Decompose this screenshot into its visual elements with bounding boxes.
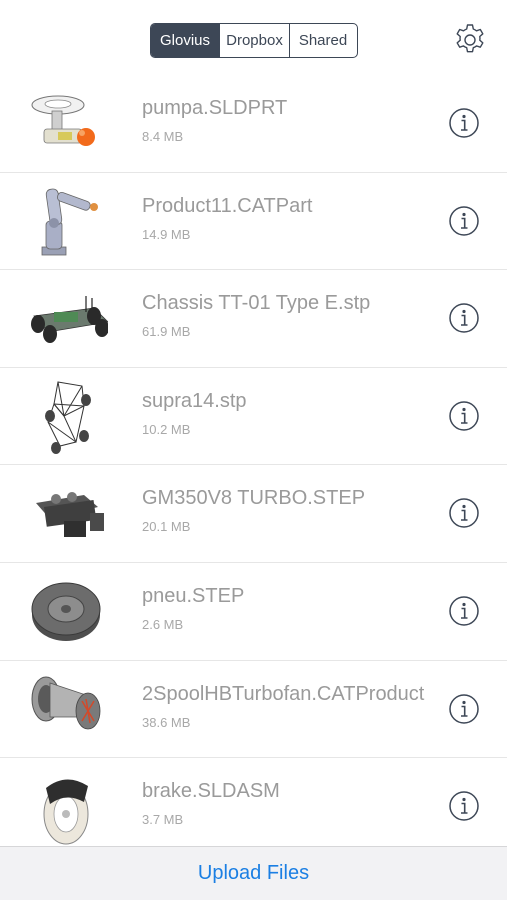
info-circle-icon[interactable] xyxy=(448,497,480,529)
rc-chassis-thumbnail xyxy=(31,296,108,344)
info-circle-icon[interactable] xyxy=(448,107,480,139)
bottom-toolbar: Upload Files xyxy=(0,846,507,900)
info-circle-icon[interactable] xyxy=(448,595,480,627)
file-size: 8.4 MB xyxy=(142,129,184,144)
turbofan-thumbnail xyxy=(31,676,101,729)
file-name: 2SpoolHBTurbofan.CATProduct xyxy=(142,682,425,705)
file-list: pumpa.SLDPRT 8.4 MB Product11.CATPart 14… xyxy=(0,75,507,856)
tire-thumbnail xyxy=(31,582,101,641)
file-row[interactable]: Chassis TT-01 Type E.stp 61.9 MB xyxy=(0,270,507,368)
file-row[interactable]: supra14.stp 10.2 MB xyxy=(0,368,507,466)
file-name: pumpa.SLDPRT xyxy=(142,97,288,119)
info-circle-icon[interactable] xyxy=(448,790,480,822)
segment-dropbox[interactable]: Dropbox xyxy=(220,24,290,57)
file-row[interactable]: Product11.CATPart 14.9 MB xyxy=(0,173,507,271)
segment-shared[interactable]: Shared xyxy=(290,24,356,57)
file-size: 20.1 MB xyxy=(142,519,191,535)
pump-model-thumbnail xyxy=(31,95,95,146)
file-name: GM350V8 TURBO.STEP xyxy=(142,487,366,510)
top-bar: Glovius Dropbox Shared xyxy=(0,0,507,75)
file-size: 2.6 MB xyxy=(142,616,184,632)
file-size: 3.7 MB xyxy=(142,812,184,828)
file-name: supra14.stp xyxy=(142,389,247,412)
info-circle-icon[interactable] xyxy=(448,302,480,334)
info-circle-icon[interactable] xyxy=(448,205,480,237)
space-frame-thumbnail xyxy=(45,381,91,454)
file-row[interactable]: brake.SLDASM 3.7 MB xyxy=(0,758,507,856)
file-row[interactable]: 2SpoolHBTurbofan.CATProduct 38.6 MB xyxy=(0,661,507,759)
brake-disc-thumbnail xyxy=(43,779,89,845)
upload-files-button[interactable]: Upload Files xyxy=(198,862,309,885)
file-name: Chassis TT-01 Type E.stp xyxy=(142,292,371,315)
info-circle-icon[interactable] xyxy=(448,693,480,725)
file-size: 10.2 MB xyxy=(142,421,191,437)
source-segmented-control: Glovius Dropbox Shared xyxy=(150,23,358,58)
file-name: Product11.CATPart xyxy=(142,194,313,217)
v8-engine-thumbnail xyxy=(36,492,104,538)
info-circle-icon[interactable] xyxy=(448,400,480,432)
file-name: brake.SLDASM xyxy=(142,780,280,803)
gear-icon[interactable] xyxy=(452,22,488,58)
file-row[interactable]: GM350V8 TURBO.STEP 20.1 MB xyxy=(0,465,507,563)
robot-arm-thumbnail xyxy=(41,188,98,255)
segment-glovius[interactable]: Glovius xyxy=(151,24,220,57)
file-row[interactable]: pumpa.SLDPRT 8.4 MB xyxy=(0,75,507,173)
file-size: 38.6 MB xyxy=(142,714,191,730)
file-name: pneu.STEP xyxy=(142,584,245,607)
file-row[interactable]: pneu.STEP 2.6 MB xyxy=(0,563,507,661)
file-size: 61.9 MB xyxy=(142,324,191,340)
file-size: 14.9 MB xyxy=(142,226,191,242)
